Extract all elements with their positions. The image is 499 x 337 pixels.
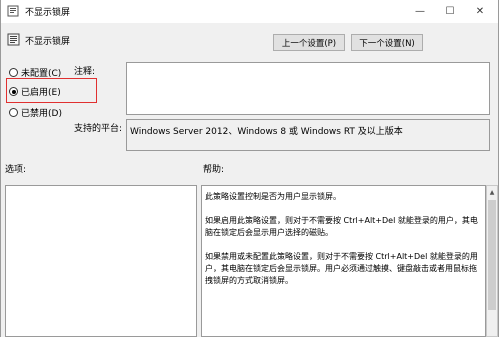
radio-enabled[interactable]: 已启用(E) xyxy=(9,85,61,98)
options-label: 选项: xyxy=(5,165,27,175)
setting-document-icon xyxy=(7,33,20,46)
policy-settings-icon xyxy=(7,5,19,17)
title-bar[interactable]: 不显示锁屏 — ☐ ✕ xyxy=(1,0,498,23)
next-setting-button[interactable]: 下一个设置(N) xyxy=(351,34,423,51)
scroll-up-arrow-icon[interactable]: ▲ xyxy=(487,186,497,198)
help-paragraph: 此策略设置控制是否为用户显示锁屏。 xyxy=(205,192,341,201)
radio-button[interactable] xyxy=(9,68,18,77)
help-paragraph: 如果禁用或未配置此策略设置，则对于不需要按 Ctrl+Alt+Del 就能登录的… xyxy=(205,252,478,285)
radio-not-configured[interactable]: 未配置(C) xyxy=(9,66,61,79)
supported-platform-label: 支持的平台: xyxy=(74,124,123,134)
previous-setting-button[interactable]: 上一个设置(P) xyxy=(273,34,345,51)
minimize-button[interactable]: — xyxy=(405,0,435,23)
comment-label: 注释: xyxy=(74,67,96,77)
radio-button[interactable] xyxy=(9,108,18,117)
radio-label: 未配置(C) xyxy=(21,69,62,79)
maximize-button[interactable]: ☐ xyxy=(435,0,465,23)
close-icon: ✕ xyxy=(475,6,485,17)
supported-platform-value: Windows Server 2012、Windows 8 或 Windows … xyxy=(126,119,490,151)
radio-button[interactable] xyxy=(9,87,18,96)
options-pane xyxy=(5,185,197,337)
radio-disabled[interactable]: 已禁用(D) xyxy=(9,106,62,119)
help-pane: 此策略设置控制是否为用户显示锁屏。 如果启用此策略设置，则对于不需要按 Ctrl… xyxy=(201,185,486,337)
close-button[interactable]: ✕ xyxy=(465,0,495,23)
minimize-icon: — xyxy=(415,6,425,17)
setting-name: 不显示锁屏 xyxy=(25,37,71,47)
radio-label: 已禁用(D) xyxy=(21,109,62,119)
help-label: 帮助: xyxy=(203,165,225,175)
window-title: 不显示锁屏 xyxy=(25,8,71,18)
scroll-thumb[interactable] xyxy=(488,200,496,310)
help-paragraph: 如果启用此策略设置，则对于不需要按 Ctrl+Alt+Del 就能登录的用户，其… xyxy=(205,216,478,237)
maximize-icon: ☐ xyxy=(445,6,455,17)
policy-editor-window: 不显示锁屏 — ☐ ✕ 不显示锁屏 上一个设置(P) 下一个设置(N) 未配置(… xyxy=(0,0,499,337)
help-scrollbar[interactable]: ▲ xyxy=(486,185,498,337)
comment-textarea[interactable] xyxy=(126,62,490,115)
radio-label: 已启用(E) xyxy=(21,88,61,98)
